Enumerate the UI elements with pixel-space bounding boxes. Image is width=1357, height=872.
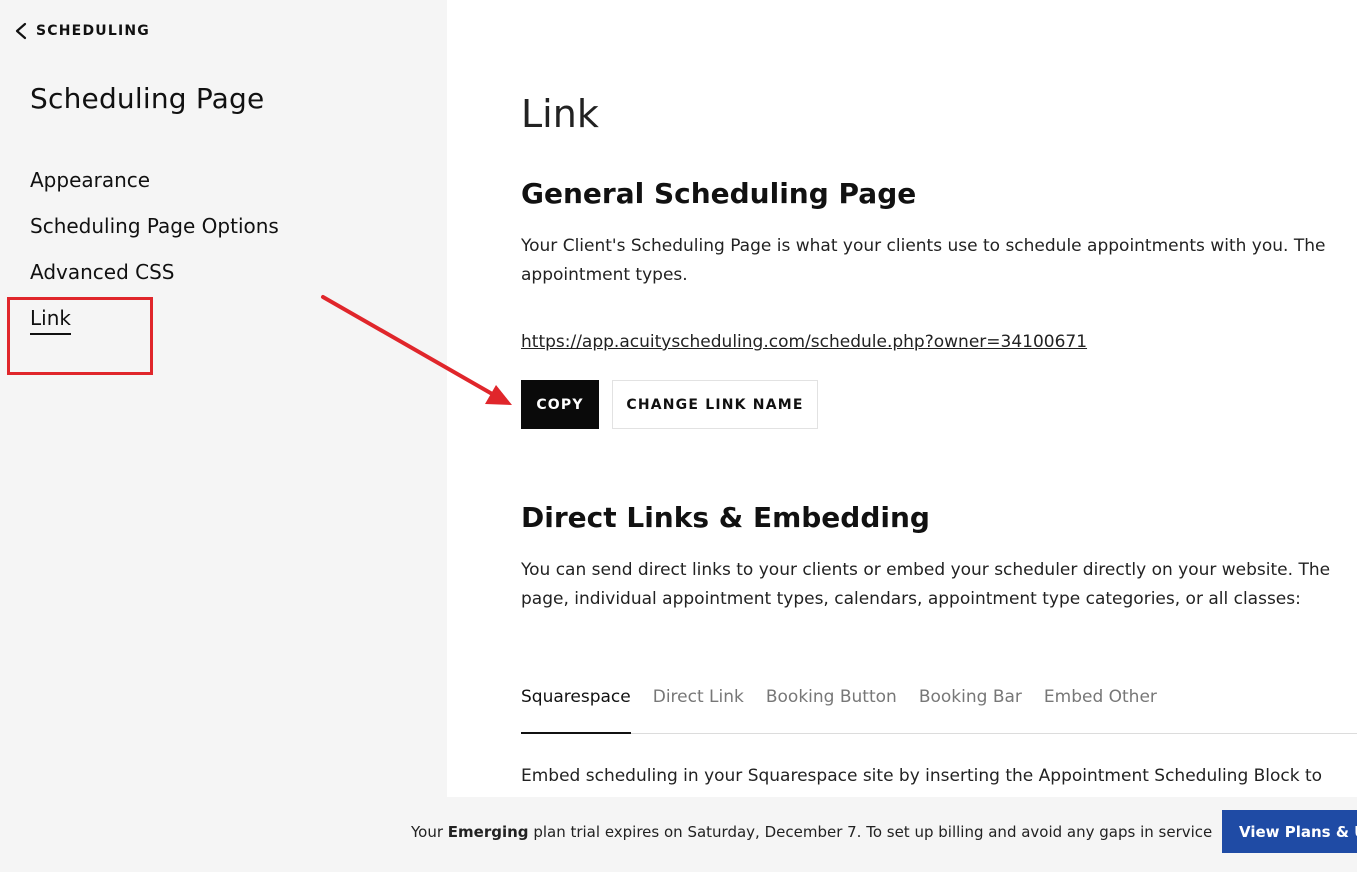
direct-links-heading: Direct Links & Embedding [521,501,930,534]
tab-squarespace[interactable]: Squarespace [521,684,631,734]
back-label: SCHEDULING [36,23,150,39]
general-description-line1: Your Client's Scheduling Page is what yo… [521,236,1326,256]
trial-text-after: plan trial expires on Saturday, December… [528,823,1213,841]
sidebar-item-link[interactable]: Link [30,304,279,350]
sidebar-item-appearance[interactable]: Appearance [30,166,279,212]
scheduling-page-url[interactable]: https://app.acuityscheduling.com/schedul… [521,332,1087,352]
back-to-scheduling-link[interactable]: SCHEDULING [14,22,150,40]
direct-description-line1: You can send direct links to your client… [521,560,1331,580]
sidebar-item-label: Scheduling Page Options [30,214,279,238]
view-plans-button[interactable]: View Plans & Upgrade [1222,810,1357,853]
copy-button[interactable]: COPY [521,380,599,429]
main-content: Link General Scheduling Page Your Client… [447,0,1357,797]
sidebar-item-label: Appearance [30,168,151,192]
sidebar: SCHEDULING Scheduling Page Appearance Sc… [0,0,447,872]
tab-embed-other[interactable]: Embed Other [1044,684,1157,734]
general-description-line2: appointment types. [521,265,688,285]
general-scheduling-heading: General Scheduling Page [521,177,917,210]
tab-booking-bar[interactable]: Booking Bar [919,684,1022,734]
chevron-left-icon [15,22,27,40]
trial-banner-text: Your Emerging plan trial expires on Satu… [411,823,1212,841]
sidebar-item-advanced-css[interactable]: Advanced CSS [30,258,279,304]
tab-booking-button[interactable]: Booking Button [766,684,897,734]
change-link-name-button[interactable]: CHANGE LINK NAME [612,380,818,429]
trial-text-before: Your [411,823,448,841]
tab-content-text: Embed scheduling in your Squarespace sit… [521,766,1323,786]
embed-tabs: Squarespace Direct Link Booking Button B… [521,684,1357,734]
trial-plan-name: Emerging [447,823,529,841]
page-title: Link [521,92,599,136]
direct-description-line2: page, individual appointment types, cale… [521,589,1301,609]
sidebar-item-scheduling-page-options[interactable]: Scheduling Page Options [30,212,279,258]
sidebar-item-label: Advanced CSS [30,260,175,284]
sidebar-title: Scheduling Page [30,82,265,115]
sidebar-item-label: Link [30,306,71,335]
sidebar-nav: Appearance Scheduling Page Options Advan… [30,166,279,350]
tab-direct-link[interactable]: Direct Link [653,684,744,734]
